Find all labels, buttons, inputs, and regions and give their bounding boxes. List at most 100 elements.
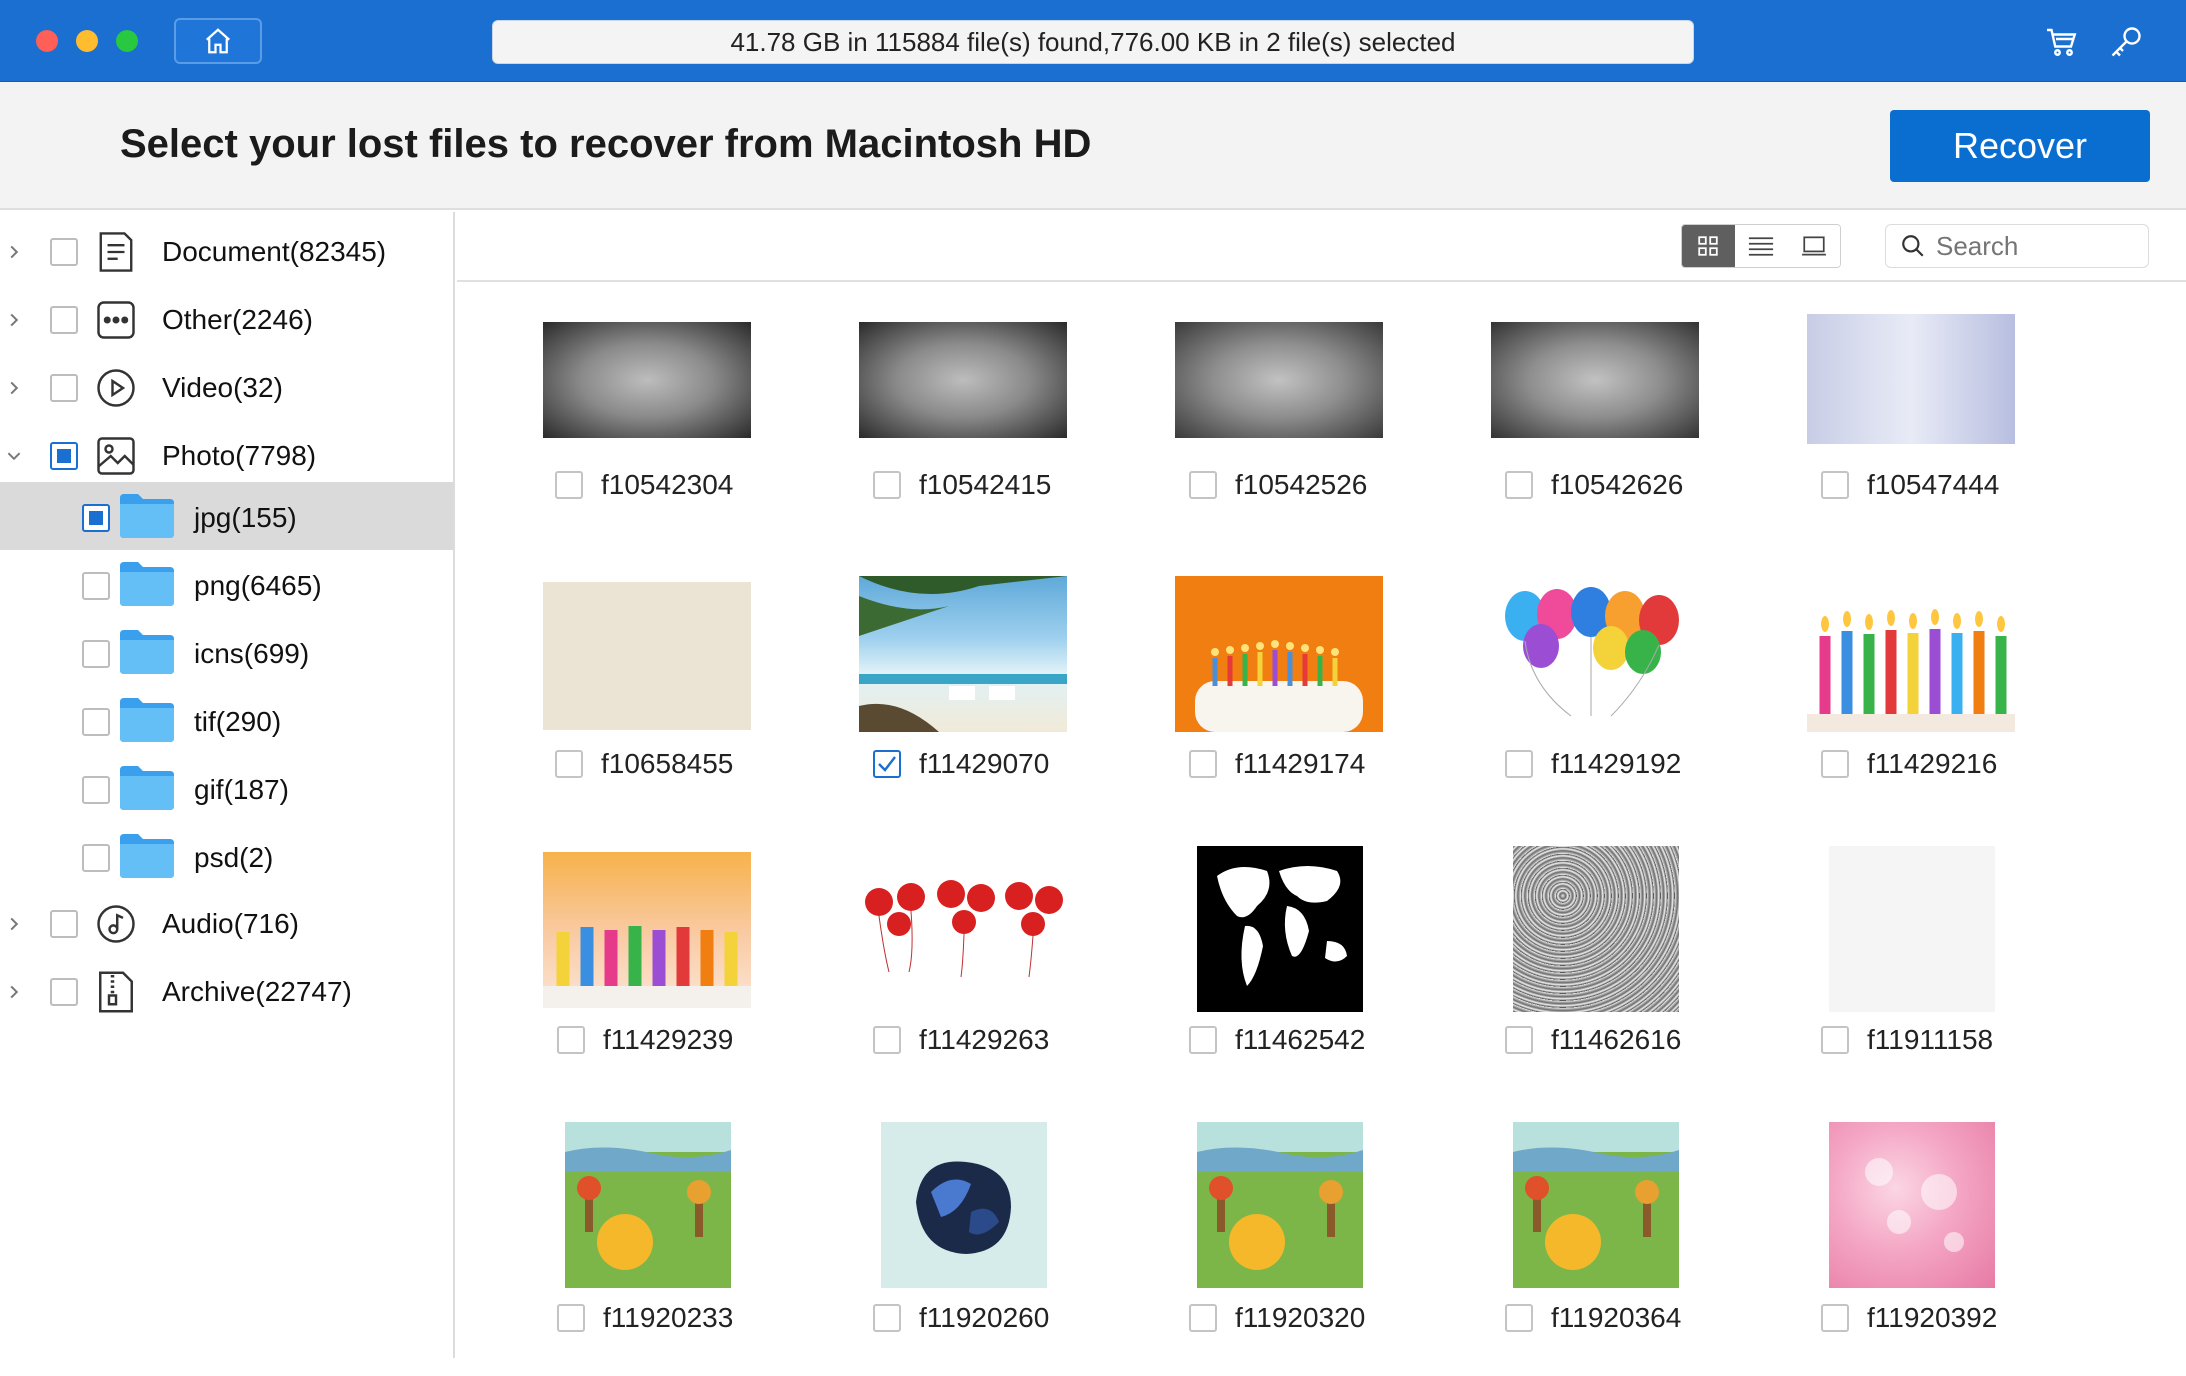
document-checkbox[interactable]: [50, 238, 78, 266]
chevron-right-icon[interactable]: [6, 984, 22, 1000]
video-checkbox[interactable]: [50, 374, 78, 402]
close-window-button[interactable]: [36, 30, 58, 52]
file-thumbnail[interactable]: [859, 576, 1067, 732]
gif-checkbox[interactable]: [82, 776, 110, 804]
file-checkbox[interactable]: [1821, 1304, 1849, 1332]
file-tile[interactable]: f11462542: [1145, 846, 1435, 1100]
sidebar-item-archive[interactable]: Archive(22747): [0, 958, 453, 1026]
file-checkbox[interactable]: [1505, 1304, 1533, 1332]
file-tile[interactable]: f10658455: [513, 574, 803, 824]
file-checkbox[interactable]: [1821, 750, 1849, 778]
zoom-window-button[interactable]: [116, 30, 138, 52]
file-thumbnail[interactable]: [543, 582, 751, 730]
minimize-window-button[interactable]: [76, 30, 98, 52]
file-thumbnail[interactable]: [859, 852, 1067, 1008]
file-thumbnail[interactable]: [1175, 322, 1383, 438]
file-thumbnail[interactable]: [1491, 322, 1699, 438]
file-checkbox[interactable]: [1505, 1026, 1533, 1054]
sidebar-subitem-jpg[interactable]: jpg(155): [0, 482, 453, 550]
png-checkbox[interactable]: [82, 572, 110, 600]
file-tile[interactable]: f10542415: [829, 314, 1119, 564]
chevron-right-icon[interactable]: [6, 380, 22, 396]
sidebar-item-other[interactable]: Other(2246): [0, 286, 453, 354]
chevron-right-icon[interactable]: [6, 244, 22, 260]
file-thumbnail[interactable]: [1807, 576, 2015, 732]
file-thumbnail[interactable]: [1513, 1122, 1679, 1288]
file-thumbnail[interactable]: [881, 1122, 1047, 1288]
file-tile[interactable]: f10542526: [1145, 314, 1435, 564]
sidebar-item-document[interactable]: Document(82345): [0, 218, 453, 286]
file-checkbox[interactable]: [557, 1026, 585, 1054]
sidebar-item-photo[interactable]: Photo(7798): [0, 422, 453, 490]
chevron-down-icon[interactable]: [6, 448, 22, 464]
jpg-checkbox[interactable]: [82, 504, 110, 532]
file-checkbox[interactable]: [873, 750, 901, 778]
file-checkbox[interactable]: [1189, 1304, 1217, 1332]
sidebar-item-audio[interactable]: Audio(716): [0, 890, 453, 958]
file-tile[interactable]: f11920364: [1461, 1122, 1751, 1376]
search-input[interactable]: [1936, 230, 2136, 262]
chevron-right-icon[interactable]: [6, 312, 22, 328]
search-box[interactable]: [1885, 224, 2149, 268]
audio-checkbox[interactable]: [50, 910, 78, 938]
file-checkbox[interactable]: [873, 1304, 901, 1332]
file-checkbox[interactable]: [1505, 471, 1533, 499]
sidebar-subitem-tif[interactable]: tif(290): [0, 686, 453, 754]
file-checkbox[interactable]: [555, 750, 583, 778]
file-tile[interactable]: f11429216: [1777, 574, 2067, 824]
file-tile[interactable]: f11429070: [829, 574, 1119, 824]
file-checkbox[interactable]: [557, 1304, 585, 1332]
cart-button[interactable]: [2040, 20, 2084, 64]
sidebar-subitem-png[interactable]: png(6465): [0, 550, 453, 618]
file-thumbnail[interactable]: [1807, 314, 2015, 444]
file-tile[interactable]: f11429239: [513, 850, 803, 1100]
file-checkbox[interactable]: [1189, 1026, 1217, 1054]
sidebar-subitem-psd[interactable]: psd(2): [0, 822, 453, 890]
file-tile[interactable]: f11920233: [513, 1122, 803, 1376]
file-tile[interactable]: f10547444: [1777, 314, 2067, 564]
other-checkbox[interactable]: [50, 306, 78, 334]
file-thumbnail[interactable]: [1197, 1122, 1363, 1288]
icns-checkbox[interactable]: [82, 640, 110, 668]
file-checkbox[interactable]: [873, 471, 901, 499]
file-thumbnail[interactable]: [1513, 846, 1679, 1012]
file-tile[interactable]: f10542626: [1461, 314, 1751, 564]
grid-view-button[interactable]: [1682, 225, 1735, 267]
sidebar-subitem-icns[interactable]: icns(699): [0, 618, 453, 686]
file-thumbnail[interactable]: [1197, 846, 1363, 1012]
tif-checkbox[interactable]: [82, 708, 110, 736]
archive-checkbox[interactable]: [50, 978, 78, 1006]
file-tile[interactable]: f11429174: [1145, 574, 1435, 824]
file-thumbnail[interactable]: [543, 322, 751, 438]
preview-view-button[interactable]: [1787, 225, 1840, 267]
file-tile[interactable]: f11920260: [829, 1122, 1119, 1376]
file-checkbox[interactable]: [1505, 750, 1533, 778]
file-tile[interactable]: f10542304: [513, 314, 803, 564]
file-tile[interactable]: f11920320: [1145, 1122, 1435, 1376]
file-thumbnail[interactable]: [1491, 576, 1699, 732]
psd-checkbox[interactable]: [82, 844, 110, 872]
file-checkbox[interactable]: [555, 471, 583, 499]
file-checkbox[interactable]: [873, 1026, 901, 1054]
file-tile[interactable]: f11429192: [1461, 574, 1751, 824]
file-checkbox[interactable]: [1821, 1026, 1849, 1054]
home-button[interactable]: [174, 18, 262, 64]
sidebar-subitem-gif[interactable]: gif(187): [0, 754, 453, 822]
recover-button[interactable]: Recover: [1890, 110, 2150, 182]
sidebar-item-video[interactable]: Video(32): [0, 354, 453, 422]
list-view-button[interactable]: [1734, 225, 1788, 267]
photo-checkbox[interactable]: [50, 442, 78, 470]
file-checkbox[interactable]: [1189, 471, 1217, 499]
file-thumbnail[interactable]: [1829, 846, 1995, 1012]
file-thumbnail[interactable]: [543, 852, 751, 1008]
file-thumbnail[interactable]: [859, 322, 1067, 438]
file-tile[interactable]: f11911158: [1777, 846, 2067, 1100]
file-tile[interactable]: f11462616: [1461, 846, 1751, 1100]
file-thumbnail[interactable]: [1175, 576, 1383, 732]
file-checkbox[interactable]: [1821, 471, 1849, 499]
file-checkbox[interactable]: [1189, 750, 1217, 778]
file-thumbnail[interactable]: [1829, 1122, 1995, 1288]
file-thumbnail[interactable]: [565, 1122, 731, 1288]
file-tile[interactable]: f11920392: [1777, 1122, 2067, 1376]
file-tile[interactable]: f11429263: [829, 850, 1119, 1100]
